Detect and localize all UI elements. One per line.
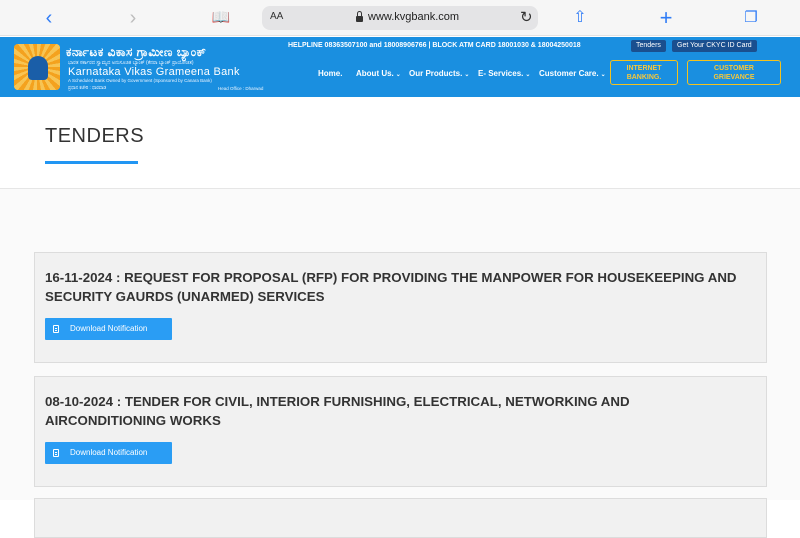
tenders-link[interactable]: Tenders [631, 40, 666, 52]
internet-banking-line2: BANKING. [626, 74, 662, 81]
document-icon [53, 449, 59, 457]
bank-logo[interactable]: ಕರ್ನಾಟಕ ವಿಕಾಸ ಗ್ರಾಮೀಣ ಬ್ಯಾಂಕ್ ಭಾರತ ಸರ್ಕಾ… [8, 42, 272, 92]
tender-card [34, 498, 767, 538]
page-title: TENDERS [45, 125, 145, 147]
customer-grievance-line2: GRIEVANCE [713, 74, 755, 81]
browser-toolbar: ‹ › 📖 AA www.kvgbank.com ↻ ⇧ + ❐ [0, 0, 800, 36]
internet-banking-button[interactable]: INTERNET BANKING. [610, 60, 678, 85]
tenders-list: 16-11-2024 : REQUEST FOR PROPOSAL (RFP) … [0, 189, 800, 538]
reload-icon[interactable]: ↻ [520, 8, 533, 26]
tender-card: 08-10-2024 : TENDER FOR CIVIL, INTERIOR … [34, 376, 767, 487]
nav-customer-care-label: Customer Care. [539, 69, 599, 78]
nav-eservices[interactable]: E- Services. ⌄ [478, 69, 530, 78]
logo-tagline: A Scheduled Bank Owned by Government (Sp… [68, 78, 212, 83]
tender-title: 08-10-2024 : TENDER FOR CIVIL, INTERIOR … [45, 394, 630, 428]
internet-banking-line1: INTERNET [626, 65, 662, 72]
chevron-down-icon: ⌄ [464, 72, 470, 78]
logo-head-office: Head Office : Dharwad [218, 86, 264, 91]
download-notification-button[interactable]: Download Notification [45, 318, 172, 340]
download-notification-label: Download Notification [70, 448, 148, 457]
back-icon[interactable]: ‹ [38, 7, 60, 29]
logo-office-kannada: ಪ್ರಧಾನ ಕಚೇರಿ : ಧಾರವಾಡ [68, 85, 107, 90]
nav-about[interactable]: About Us. ⌄ [356, 69, 401, 78]
download-notification-button[interactable]: Download Notification [45, 442, 172, 464]
bookmarks-icon[interactable]: 📖 [210, 7, 232, 29]
logo-kannada-text: ಕರ್ನಾಟಕ ವಿಕಾಸ ಗ್ರಾಮೀಣ ಬ್ಯಾಂಕ್ [66, 45, 207, 59]
forward-icon[interactable]: › [122, 7, 144, 29]
nav-products[interactable]: Our Products. ⌄ [409, 69, 469, 78]
customer-grievance-button[interactable]: CUSTOMER GRIEVANCE [687, 60, 781, 85]
url-text[interactable]: www.kvgbank.com [368, 11, 459, 23]
helpline-text: HELPLINE 08363507100 and 18008906766 | B… [288, 42, 581, 49]
chevron-down-icon: ⌄ [395, 72, 401, 78]
chevron-down-icon: ⌄ [525, 72, 531, 78]
new-tab-icon[interactable]: + [655, 7, 677, 29]
tender-title: 16-11-2024 : REQUEST FOR PROPOSAL (RFP) … [45, 270, 737, 304]
address-bar[interactable]: AA www.kvgbank.com ↻ [262, 6, 538, 30]
document-icon [53, 325, 59, 333]
text-size-button[interactable]: AA [270, 11, 283, 22]
download-notification-label: Download Notification [70, 324, 148, 333]
ckyc-link[interactable]: Get Your CKYC ID Card [672, 40, 757, 52]
tender-card: 16-11-2024 : REQUEST FOR PROPOSAL (RFP) … [34, 252, 767, 363]
nav-home-label: Home. [318, 69, 343, 78]
nav-eservices-label: E- Services. [478, 69, 524, 78]
logo-bank-name: Karnataka Vikas Grameena Bank [68, 66, 240, 78]
site-header: ಕರ್ನಾಟಕ ವಿಕಾಸ ಗ್ರಾಮೀಣ ಬ್ಯಾಂಕ್ ಭಾರತ ಸರ್ಕಾ… [0, 37, 800, 97]
nav-about-label: About Us. [356, 69, 394, 78]
nav-home[interactable]: Home. [318, 69, 342, 78]
tabs-overview-icon[interactable]: ❐ [740, 7, 762, 29]
share-icon[interactable]: ⇧ [569, 7, 591, 29]
customer-grievance-line1: CUSTOMER [714, 65, 754, 72]
title-underline [45, 161, 138, 164]
bank-emblem-icon [14, 44, 60, 90]
lock-icon [356, 11, 363, 22]
nav-products-label: Our Products. [409, 69, 463, 78]
nav-customer-care[interactable]: Customer Care. ⌄ [539, 69, 606, 78]
chevron-down-icon: ⌄ [600, 72, 606, 78]
